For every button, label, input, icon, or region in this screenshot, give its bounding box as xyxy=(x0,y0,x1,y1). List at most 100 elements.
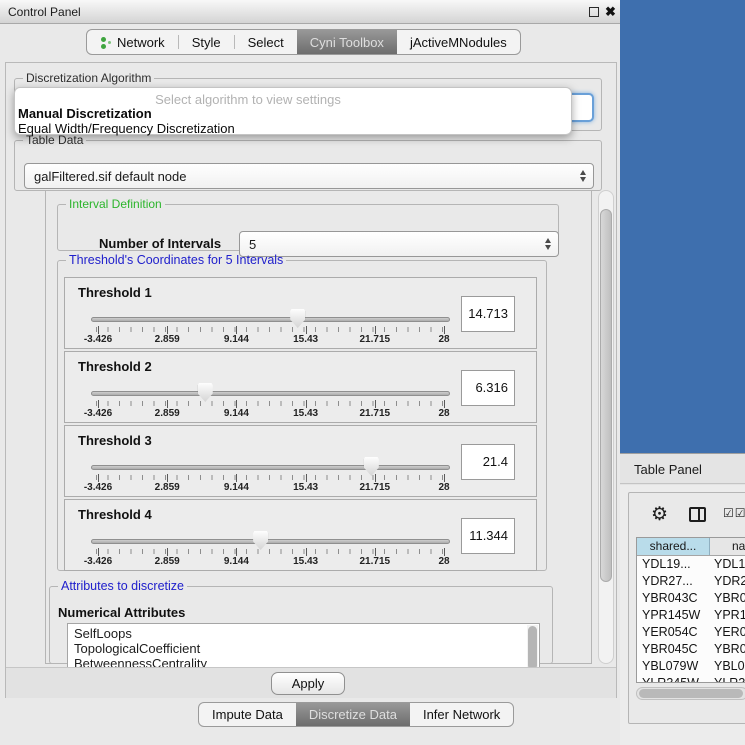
settings-scroll-panel: Interval Definition Number of Intervals … xyxy=(45,190,592,664)
slider-track[interactable] xyxy=(91,317,450,322)
attribute-list-item[interactable]: SelfLoops xyxy=(74,626,539,641)
tab-discretize-data[interactable]: Discretize Data xyxy=(296,703,410,726)
apply-row: Apply xyxy=(6,667,616,698)
threshold-label: Threshold 3 xyxy=(78,433,152,448)
node-attribute-table: shared... na YDL19...YDL1YDR27...YDR2YBR… xyxy=(636,537,745,683)
table-row[interactable]: YBR043CYBR0 xyxy=(637,590,745,607)
attributes-group: Attributes to discretize Numerical Attri… xyxy=(49,579,553,664)
attribute-list-item[interactable]: TopologicalCoefficient xyxy=(74,641,539,656)
threshold-label: Threshold 4 xyxy=(78,507,152,522)
slider-tick-label: 9.144 xyxy=(224,556,249,567)
slider-track[interactable] xyxy=(91,539,450,544)
table-row[interactable]: YLR345WYLR3 xyxy=(637,675,745,683)
control-panel: Control Panel ✖ NetworkStyle Select Cyni T… xyxy=(0,0,620,745)
threshold-value-field[interactable]: 11.344 xyxy=(461,518,515,554)
threshold-value-field[interactable]: 6.316 xyxy=(461,370,515,406)
slider-thumb[interactable] xyxy=(253,531,268,550)
tab-impute-data[interactable]: Impute Data xyxy=(199,703,296,726)
control-panel-tabbar: NetworkStyle Select Cyni Toolbox jActiveMNo… xyxy=(86,29,521,55)
table-data-combobox[interactable]: galFiltered.sif default node xyxy=(24,163,594,189)
number-of-intervals-label: Number of Intervals xyxy=(99,236,221,251)
slider-track[interactable] xyxy=(91,465,450,470)
slider-major-tick xyxy=(375,548,376,556)
slider-tick-label: 28 xyxy=(438,408,449,419)
tab-cyni-toolbox[interactable]: Cyni Toolbox xyxy=(297,30,397,54)
cell-name: YPR1 xyxy=(710,607,745,624)
slider-major-tick xyxy=(444,400,445,408)
columns-icon[interactable] xyxy=(689,507,706,522)
table-horizontal-scrollbar[interactable] xyxy=(636,687,745,700)
slider-major-tick xyxy=(306,326,307,334)
slider-thumb[interactable] xyxy=(198,383,213,402)
slider-ticks xyxy=(96,549,445,554)
cell-shared-name: YER054C xyxy=(637,624,710,641)
panel-scrollbar[interactable] xyxy=(598,190,614,664)
slider-major-tick xyxy=(444,474,445,482)
panel-title: Control Panel xyxy=(8,5,81,19)
slider-thumb[interactable] xyxy=(290,309,305,328)
threshold-value-field[interactable]: 21.4 xyxy=(461,444,515,480)
tab-infer-network[interactable]: Infer Network xyxy=(410,703,513,726)
table-row[interactable]: YBL079WYBL0 xyxy=(637,658,745,675)
panel-scrollbar-thumb[interactable] xyxy=(600,209,612,582)
gear-icon[interactable]: ⚙ xyxy=(651,503,668,526)
thresholds-group: Threshold's Coordinates for 5 Intervals … xyxy=(57,253,547,571)
cyni-toolbox-content: Discretization Algorithm Table Data galF… xyxy=(5,62,617,698)
slider-track[interactable] xyxy=(91,391,450,396)
tab-network[interactable]: Network xyxy=(87,30,178,54)
tab-select[interactable]: Select xyxy=(235,30,297,54)
numerical-attributes-label: Numerical Attributes xyxy=(58,605,185,620)
dropdown-option[interactable]: Manual Discretization xyxy=(18,106,152,121)
float-panel-icon[interactable] xyxy=(589,7,599,17)
table-row[interactable]: YBR045CYBR0 xyxy=(637,641,745,658)
threshold-label: Threshold 1 xyxy=(78,285,152,300)
slider-tick-label: 2.859 xyxy=(155,556,180,567)
algorithm-group-title: Discretization Algorithm xyxy=(23,71,154,85)
cell-shared-name: YPR145W xyxy=(637,607,710,624)
table-panel-title: Table Panel xyxy=(634,462,702,477)
dropdown-option[interactable]: Equal Width/Frequency Discretization xyxy=(18,121,235,136)
cell-shared-name: YLR345W xyxy=(637,675,710,683)
tab-label: Infer Network xyxy=(423,707,500,722)
cell-name: YBR0 xyxy=(710,590,745,607)
slider-thumb[interactable] xyxy=(364,457,379,476)
cell-name: YLR3 xyxy=(710,675,745,683)
node-table-container: ⚙ ☑☑ shared... na YDL19...YDL1YDR27...YD… xyxy=(628,492,745,724)
tab-label: Select xyxy=(248,35,284,50)
table-row[interactable]: YPR145WYPR1 xyxy=(637,607,745,624)
table-row[interactable]: YER054CYER0 xyxy=(637,624,745,641)
apply-button[interactable]: Apply xyxy=(271,672,345,695)
table-header-row: shared... na xyxy=(637,538,745,556)
table-data-group: Table Data galFiltered.sif default node xyxy=(14,133,602,191)
table-row[interactable]: YDR27...YDR2 xyxy=(637,573,745,590)
slider-major-tick xyxy=(236,548,237,556)
select-columns-icon[interactable]: ☑☑ xyxy=(723,506,745,520)
network-icon xyxy=(100,36,111,49)
slider-tick-label: 15.43 xyxy=(293,334,318,345)
cell-name: YBL0 xyxy=(710,658,745,675)
algorithm-dropdown: Select algorithm to view settings Manual… xyxy=(14,87,572,135)
tab-style[interactable]: Style xyxy=(179,30,234,54)
slider-tick-label: 21.715 xyxy=(360,408,391,419)
cell-shared-name: YBL079W xyxy=(637,658,710,675)
close-icon[interactable]: ✖ xyxy=(605,4,616,20)
slider-major-tick xyxy=(306,400,307,408)
slider-major-tick xyxy=(306,548,307,556)
slider-tick-label: -3.426 xyxy=(84,482,112,493)
thresholds-group-title: Threshold's Coordinates for 5 Intervals xyxy=(66,253,286,267)
table-row[interactable]: YDL19...YDL1 xyxy=(637,556,745,573)
cell-shared-name: YBR043C xyxy=(637,590,710,607)
tab-jactivemnodules[interactable]: jActiveMNodules xyxy=(397,30,520,54)
threshold-panel: Threshold 2-3.4262.8599.14415.4321.71528… xyxy=(64,351,537,423)
slider-major-tick xyxy=(375,400,376,408)
cell-name: YDR2 xyxy=(710,573,745,590)
cell-shared-name: YDL19... xyxy=(637,556,710,573)
slider-tick-label: -3.426 xyxy=(84,408,112,419)
slider-tick-label: 28 xyxy=(438,482,449,493)
column-header-shared-name[interactable]: shared... xyxy=(637,538,710,555)
cell-name: YBR0 xyxy=(710,641,745,658)
threshold-value-field[interactable]: 14.713 xyxy=(461,296,515,332)
threshold-panel: Threshold 1-3.4262.8599.14415.4321.71528… xyxy=(64,277,537,349)
column-header-name[interactable]: na xyxy=(710,538,745,555)
tab-label: Cyni Toolbox xyxy=(310,35,384,50)
